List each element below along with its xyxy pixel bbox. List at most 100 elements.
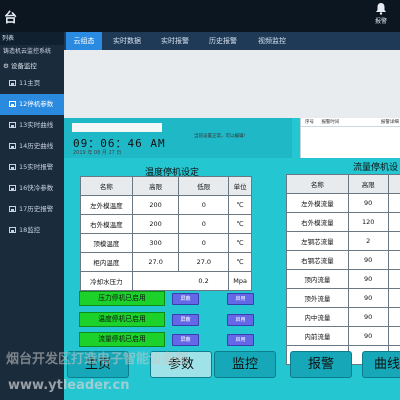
temp-unit: ℃	[228, 214, 252, 234]
flow-row: 顶内流量 90	[286, 269, 400, 289]
gear-icon: ⚙	[3, 62, 11, 70]
temp-col-low: 低限	[178, 176, 230, 196]
sidebar-item-label: 17历史报警	[19, 205, 54, 213]
temp-high-value[interactable]: 300	[131, 233, 180, 253]
flow-row: 内中流量 90	[286, 307, 400, 327]
content-gap	[64, 50, 400, 118]
flow-high-value[interactable]: 120	[347, 212, 389, 232]
flow-table: 名称 高限 左外模流量 90 右外模流量 120 左钢芯流量 2 右钢芯流量 90 顶内…	[286, 174, 400, 365]
sidebar-item-monitor[interactable]: 18监控	[0, 220, 64, 241]
watermark-url: www.ytleader.cn	[8, 378, 130, 393]
alarm-log-table: 序号 报警时间 报警详细	[300, 118, 400, 158]
flow-row: 左钢芯流量 2	[286, 231, 400, 251]
temp-col-unit: 单位	[228, 176, 252, 196]
temp-stop-enabled-indicator[interactable]: 温度停机已启用	[79, 312, 165, 327]
image-icon	[9, 206, 16, 212]
hmi-status-strip: 09：06：46 AM 2019 年 08 月 27 日 当前设置正常，可以编辑…	[64, 118, 292, 158]
flow-extra-cell	[387, 193, 400, 213]
log-col-detail: 报警详细	[380, 120, 399, 125]
flow-stop-enable-button[interactable]: 启用	[227, 334, 254, 346]
flow-section-title: 流量停机设	[353, 163, 399, 173]
pressure-stop-enabled-indicator[interactable]: 压力停机已启用	[79, 291, 165, 306]
sidebar: 列表 铸造机云监控系统 ⚙ 设备监控 11主页 12停机参数 13实时曲线 14…	[0, 32, 64, 400]
sidebar-item-realtime-curve[interactable]: 13实时曲线	[0, 115, 64, 136]
image-icon	[9, 164, 16, 170]
tab-realtime-alarm[interactable]: 实时报警	[156, 32, 194, 50]
sidebar-item-stop-params[interactable]: 12停机参数	[0, 94, 64, 115]
sidebar-group-device-monitor[interactable]: ⚙ 设备监控	[0, 59, 64, 73]
flow-high-value[interactable]: 90	[347, 326, 389, 346]
tab-video-monitor[interactable]: 视频监控	[252, 32, 292, 50]
app-brand: 台	[4, 11, 18, 26]
temp-low-value[interactable]: 0	[178, 195, 230, 215]
flow-high-value[interactable]: 90	[347, 250, 389, 270]
temp-low-value[interactable]: 27.0	[178, 252, 230, 272]
image-icon	[9, 185, 16, 191]
flow-extra-cell	[387, 269, 400, 289]
temp-name: 右外模温度	[80, 214, 133, 234]
temp-high-value[interactable]: 27.0	[131, 252, 180, 272]
sidebar-item-label: 13实时曲线	[19, 121, 54, 129]
tab-bar: 云组态 实时数据 实时报警 历史报警 视频监控	[64, 32, 400, 50]
flow-high-value[interactable]: 2	[347, 231, 389, 251]
sidebar-item-label: 15实时报警	[19, 163, 54, 171]
flow-high-value[interactable]: 90	[347, 193, 389, 213]
sidebar-group-label: 设备监控	[10, 62, 37, 70]
sidebar-item-realtime-alarm[interactable]: 15实时报警	[0, 157, 64, 178]
sidebar-header: 列表	[0, 32, 64, 45]
hmi-title-box	[72, 123, 162, 132]
flow-high-value[interactable]: 90	[347, 269, 389, 289]
flow-high-value[interactable]: 90	[347, 307, 389, 327]
temp-high-value[interactable]: 200	[131, 195, 180, 215]
temp-stop-disable-button[interactable]: 屏蔽	[172, 314, 199, 326]
flow-extra-cell	[387, 212, 400, 232]
pressure-stop-enable-button[interactable]: 启用	[227, 293, 254, 305]
sidebar-system-name[interactable]: 铸造机云监控系统	[0, 45, 64, 59]
tab-realtime-data[interactable]: 实时数据	[108, 32, 146, 50]
temp-col-high: 高限	[131, 176, 180, 196]
temp-low-value[interactable]: 0	[178, 233, 230, 253]
sidebar-item-history-curve[interactable]: 14历史曲线	[0, 136, 64, 157]
flow-row: 右外模流量 120	[286, 212, 400, 232]
temp-stop-enable-button[interactable]: 启用	[227, 314, 254, 326]
tab-history-alarm[interactable]: 历史报警	[204, 32, 242, 50]
temp-high-value[interactable]: 200	[131, 214, 180, 234]
flow-col-high: 高限	[347, 174, 389, 194]
flow-extra-cell	[387, 326, 400, 346]
temp-unit: ℃	[228, 252, 252, 272]
flow-high-value[interactable]: 90	[347, 288, 389, 308]
temp-low-value[interactable]: 0.2	[178, 271, 230, 291]
flow-name: 右钢芯流量	[286, 250, 349, 270]
flow-col-extra	[387, 174, 400, 194]
sidebar-item-history-alarm[interactable]: 17历史报警	[0, 199, 64, 220]
nav-monitor-button[interactable]: 监控	[214, 351, 276, 378]
flow-row: 顶外流量 90	[286, 288, 400, 308]
image-icon	[9, 80, 16, 86]
temp-unit: Mpa	[228, 271, 252, 291]
flow-name: 左钢芯流量	[286, 231, 349, 251]
log-col-index: 序号	[305, 120, 314, 125]
tab-cloud-config[interactable]: 云组态	[66, 32, 102, 50]
hmi-date: 2019 年 08 月 27 日	[73, 150, 122, 156]
sidebar-item-fast-cool-params[interactable]: 16快冷参数	[0, 178, 64, 199]
flow-stop-enabled-indicator[interactable]: 流量停机已启用	[79, 332, 165, 347]
watermark-company: 烟台开发区打造电子智能设备部	[6, 352, 189, 367]
bell-icon	[376, 3, 386, 15]
flow-stop-disable-button[interactable]: 屏蔽	[172, 334, 199, 346]
sidebar-item-label: 18监控	[19, 226, 41, 234]
flow-extra-cell	[387, 231, 400, 251]
log-col-time: 报警时间	[321, 120, 340, 125]
pressure-stop-disable-button[interactable]: 屏蔽	[172, 293, 199, 305]
temp-row: 柜内温度 27.0 27.0 ℃	[80, 252, 252, 272]
hmi-status-hint: 当前设置正常，可以编辑！	[194, 134, 248, 139]
flow-row: 内前流量 90	[286, 326, 400, 346]
nav-curve-button[interactable]: 曲线	[362, 351, 400, 378]
sidebar-item-home[interactable]: 11主页	[0, 73, 64, 94]
image-icon	[9, 143, 16, 149]
flow-col-name: 名称	[286, 174, 349, 194]
flow-name: 内中流量	[286, 307, 349, 327]
flow-extra-cell	[387, 288, 400, 308]
nav-alarm-button[interactable]: 报警	[290, 351, 352, 378]
alarm-button[interactable]: 报警	[368, 2, 394, 30]
temp-low-value[interactable]: 0	[178, 214, 230, 234]
